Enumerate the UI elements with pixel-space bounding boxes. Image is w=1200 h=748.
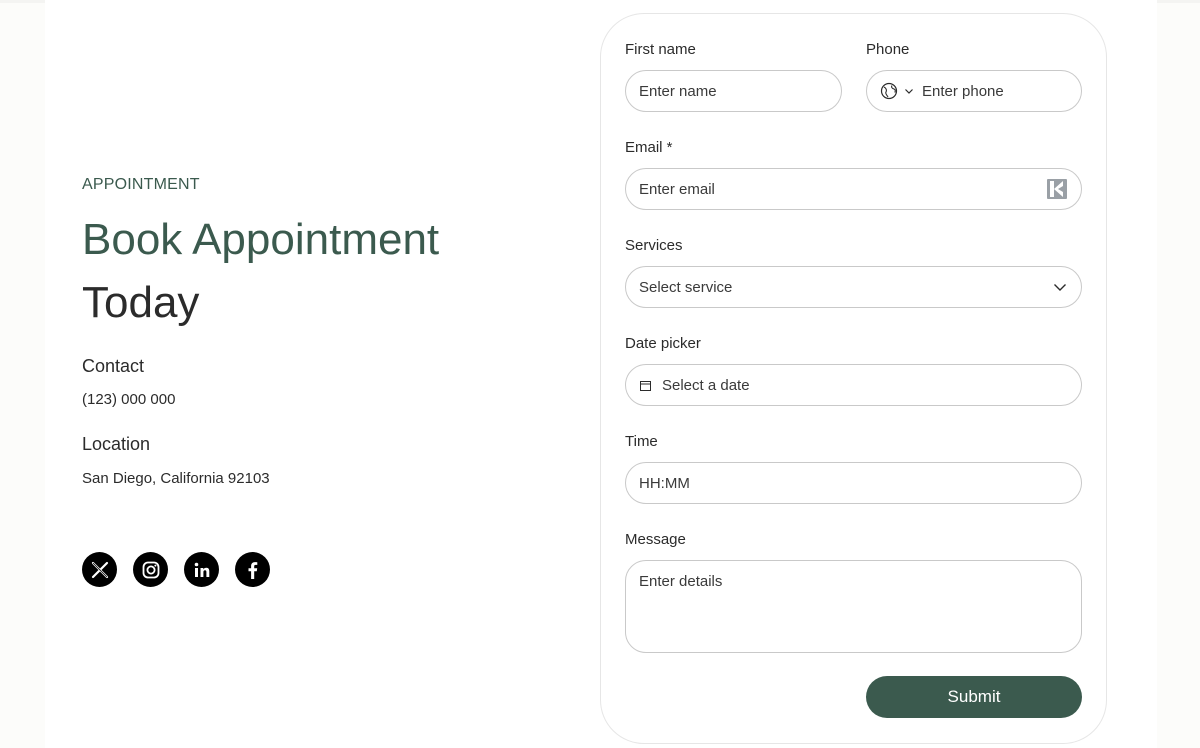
email-field[interactable]: Enter email bbox=[625, 168, 1082, 210]
linkedin-icon[interactable] bbox=[184, 552, 219, 587]
phone-label: Phone bbox=[866, 41, 910, 58]
date-picker-field[interactable]: Select a date bbox=[625, 364, 1082, 406]
first-name-placeholder: Enter name bbox=[639, 82, 717, 100]
chevron-down-icon[interactable] bbox=[904, 86, 914, 96]
phone-placeholder: Enter phone bbox=[922, 82, 1004, 100]
instagram-icon[interactable] bbox=[133, 552, 168, 587]
location-heading: Location bbox=[82, 434, 151, 454]
title-line-1: Book Appointment bbox=[82, 215, 440, 264]
time-field[interactable]: HH:MM bbox=[625, 462, 1082, 504]
message-textarea[interactable]: Enter details bbox=[625, 560, 1082, 653]
date-label: Date picker bbox=[625, 335, 701, 352]
page-title: Book Appointment Today bbox=[82, 208, 439, 334]
date-placeholder: Select a date bbox=[662, 376, 750, 394]
message-placeholder: Enter details bbox=[639, 573, 723, 590]
location-address: San Diego, California 92103 bbox=[82, 470, 270, 487]
submit-button[interactable]: Submit bbox=[866, 676, 1082, 718]
chevron-down-icon[interactable] bbox=[1052, 279, 1068, 295]
social-links bbox=[82, 552, 270, 587]
email-placeholder: Enter email bbox=[639, 180, 715, 198]
first-name-field[interactable]: Enter name bbox=[625, 70, 842, 112]
services-label: Services bbox=[625, 237, 683, 254]
message-label: Message bbox=[625, 531, 686, 548]
phone-field[interactable]: Enter phone bbox=[866, 70, 1082, 112]
services-select[interactable]: Select service bbox=[625, 266, 1082, 308]
time-placeholder: HH:MM bbox=[639, 474, 690, 492]
section-eyebrow: APPOINTMENT bbox=[82, 176, 200, 193]
x-icon[interactable] bbox=[82, 552, 117, 587]
contact-phone: (123) 000 000 bbox=[82, 391, 176, 408]
email-label: Email * bbox=[625, 139, 673, 156]
facebook-icon[interactable] bbox=[235, 552, 270, 587]
autofill-k-icon[interactable] bbox=[1046, 178, 1068, 200]
contact-heading: Contact bbox=[82, 356, 145, 376]
time-label: Time bbox=[625, 433, 658, 450]
title-line-2: Today bbox=[82, 278, 200, 327]
globe-icon[interactable] bbox=[880, 82, 898, 100]
first-name-label: First name bbox=[625, 41, 696, 58]
services-placeholder: Select service bbox=[639, 278, 733, 296]
calendar-icon[interactable] bbox=[639, 379, 652, 392]
